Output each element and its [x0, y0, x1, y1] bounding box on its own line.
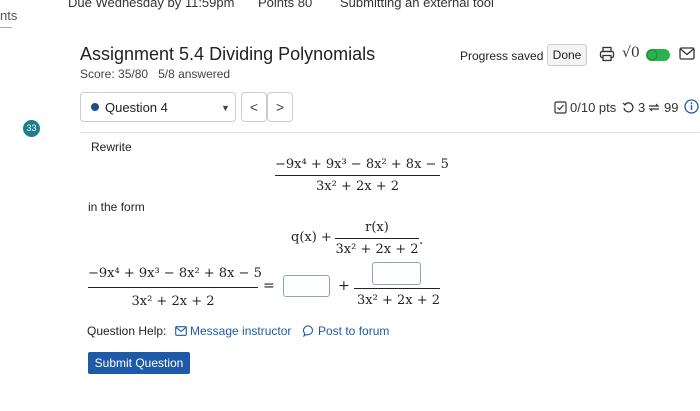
post-to-forum-label: Post to forum	[318, 324, 390, 338]
question-select[interactable]: Question 4 ▼	[80, 92, 236, 122]
given-numerator: −9x⁴ + 9x³ − 8x² + 8x − 5	[275, 157, 449, 172]
form-numerator: r(x)	[365, 220, 389, 235]
points-value: 0/10 pts	[570, 100, 617, 115]
given-denominator: 3x² + 2x + 2	[315, 179, 399, 194]
question-points: 0/10 pts	[554, 100, 616, 115]
nav-divider	[0, 27, 12, 28]
question-select-label: Question 4	[105, 100, 168, 115]
mail-icon[interactable]	[678, 45, 696, 61]
answer-denominator: 3x² + 2x + 2	[357, 293, 441, 308]
in-the-form-label: in the form	[88, 200, 145, 214]
points-label: Points 80	[258, 0, 313, 10]
sqrt-label: √0	[622, 45, 640, 61]
fraction-bar	[275, 175, 440, 176]
question-divider	[80, 132, 700, 133]
answer-lhs-fraction: −9x⁴ + 9x³ − 8x² + 8x − 5 3x² + 2x + 2	[88, 266, 262, 309]
question-badge: 33	[23, 120, 40, 137]
quotient-input[interactable]	[283, 275, 330, 297]
form-prefix: q(x) +	[291, 230, 332, 245]
answered-count: 5/8 answered	[158, 67, 231, 81]
info-icon[interactable]	[684, 99, 699, 114]
prev-question-button[interactable]: <	[241, 92, 267, 122]
done-button[interactable]: Done	[547, 44, 587, 66]
question-help-label: Question Help:	[87, 324, 167, 338]
equals-sign: =	[263, 278, 275, 294]
chevron-down-icon: ▼	[221, 103, 230, 113]
score-value: Score: 35/80	[80, 67, 149, 81]
remainder-input[interactable]	[372, 262, 421, 285]
plus-sign: +	[338, 278, 350, 294]
fraction-bar	[88, 287, 258, 288]
retries-remaining: 99	[647, 100, 678, 115]
speech-bubble-icon	[303, 325, 314, 337]
mail-icon	[175, 326, 187, 336]
attempts-remaining: 3	[622, 100, 645, 115]
page-title: Assignment 5.4 Dividing Polynomials	[80, 44, 376, 64]
post-to-forum-link[interactable]: Post to forum	[303, 324, 389, 338]
retries-value: 99	[664, 100, 679, 115]
attempts-value: 3	[638, 100, 646, 115]
message-instructor-label: Message instructor	[190, 324, 292, 338]
form-fraction: r(x) 3x² + 2x + 2	[335, 220, 419, 257]
rewrite-label: Rewrite	[91, 140, 132, 154]
lhs-numerator: −9x⁴ + 9x³ − 8x² + 8x − 5	[88, 266, 262, 281]
fraction-bar	[335, 238, 419, 239]
due-date: Due Wednesday by 11:59pm	[68, 0, 235, 10]
form-period: .	[419, 233, 424, 248]
form-denominator: 3x² + 2x + 2	[335, 242, 419, 257]
status-dot-icon	[91, 103, 99, 111]
given-fraction: −9x⁴ + 9x³ − 8x² + 8x − 5 3x² + 2x + 2	[275, 157, 449, 194]
checkbox-icon	[554, 101, 567, 114]
next-question-button[interactable]: >	[267, 92, 293, 122]
score-label: Score: 35/80 5/8 answered	[80, 67, 230, 81]
sync-icon	[648, 103, 660, 112]
retry-icon	[622, 102, 634, 113]
printer-icon[interactable]	[598, 45, 616, 63]
progress-status: Progress saved	[460, 49, 544, 63]
submitting-label: Submitting an external tool	[340, 0, 494, 10]
answer-fraction-bar	[354, 288, 440, 289]
submit-question-button[interactable]: Submit Question	[88, 352, 190, 374]
lhs-denominator: 3x² + 2x + 2	[131, 294, 215, 309]
assignment-meta-bar: nts Due Wednesday by 11:59pm Points 80 S…	[0, 0, 700, 23]
nav-fragment[interactable]: nts	[0, 8, 17, 23]
message-instructor-link[interactable]: Message instructor	[175, 324, 291, 338]
toggle-icon[interactable]	[646, 48, 670, 61]
